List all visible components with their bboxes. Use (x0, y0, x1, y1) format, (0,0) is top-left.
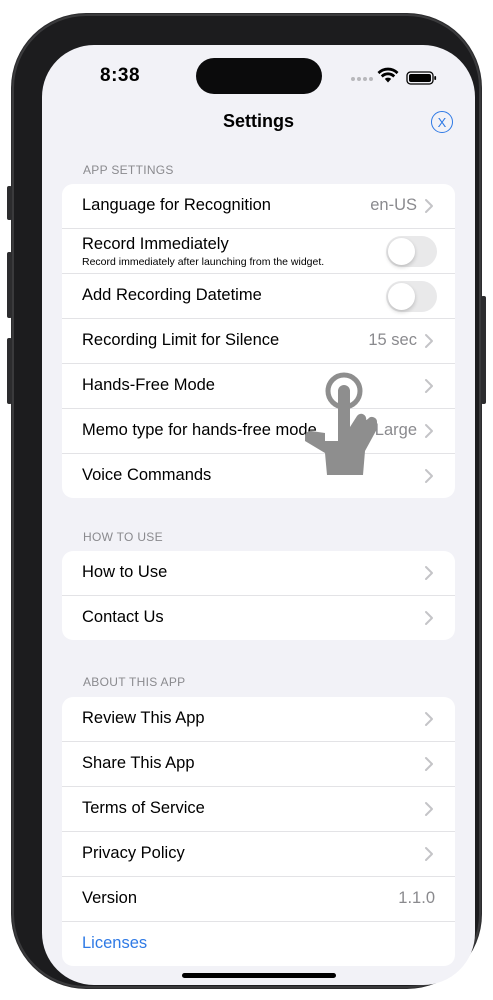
status-time: 8:38 (100, 65, 141, 86)
page-title: Settings (222, 111, 294, 131)
toggle-knob (388, 283, 415, 310)
voice-commands-row[interactable]: Voice Commands (62, 454, 455, 498)
add-datetime-row: Add Recording Datetime (62, 274, 455, 319)
tap-hand-icon (305, 372, 377, 475)
dynamic-island (196, 58, 322, 94)
phone-frame: 8:38 Settings X APP SETTINGS Language fo… (12, 14, 481, 988)
privacy-label: Privacy Policy (82, 844, 185, 862)
record-immediately-toggle[interactable] (386, 236, 437, 267)
mute-switch (7, 186, 12, 220)
toggle-knob (388, 238, 415, 265)
hands-free-label: Hands-Free Mode (82, 376, 215, 394)
how-to-use-label: How to Use (82, 563, 168, 581)
version-value: 1.1.0 (398, 889, 435, 907)
volume-up-button (7, 252, 12, 318)
section-header-about: ABOUT THIS APP (83, 675, 186, 689)
licenses-row[interactable]: Licenses (62, 922, 455, 966)
chevron-right-icon (425, 199, 433, 213)
chevron-right-icon (425, 802, 433, 816)
chevron-right-icon (425, 334, 433, 348)
share-label: Share This App (82, 754, 195, 772)
signal-icon (351, 77, 373, 81)
review-row[interactable]: Review This App (62, 697, 455, 742)
chevron-right-icon (425, 757, 433, 771)
chevron-right-icon (425, 379, 433, 393)
terms-row[interactable]: Terms of Service (62, 787, 455, 832)
language-value: en-US (370, 196, 417, 214)
home-indicator (182, 973, 336, 978)
memo-type-label: Memo type for hands-free mode (82, 421, 317, 439)
version-row: Version 1.1.0 (62, 877, 455, 922)
chevron-right-icon (425, 611, 433, 625)
add-datetime-label: Add Recording Datetime (82, 286, 262, 304)
review-label: Review This App (82, 709, 205, 727)
chevron-right-icon (425, 712, 433, 726)
close-icon: X (437, 114, 447, 130)
power-button (481, 296, 486, 404)
how-to-use-row[interactable]: How to Use (62, 551, 455, 596)
volume-down-button (7, 338, 12, 404)
add-datetime-toggle[interactable] (386, 281, 437, 312)
hands-free-row[interactable]: Hands-Free Mode (62, 364, 455, 409)
chevron-right-icon (425, 566, 433, 580)
chevron-right-icon (425, 424, 433, 438)
licenses-link[interactable]: Licenses (82, 934, 147, 953)
record-immediately-label: Record Immediately (82, 235, 229, 253)
contact-label: Contact Us (82, 608, 164, 626)
status-icons (350, 67, 440, 87)
version-label: Version (82, 889, 138, 907)
app-settings-group: Language for Recognition en-US Record Im… (62, 184, 455, 498)
close-button[interactable]: X (431, 111, 453, 133)
terms-label: Terms of Service (82, 799, 205, 817)
silence-limit-label: Recording Limit for Silence (82, 331, 280, 349)
contact-row[interactable]: Contact Us (62, 596, 455, 640)
screen: 8:38 Settings X APP SETTINGS Language fo… (42, 45, 475, 985)
chevron-right-icon (425, 469, 433, 483)
how-to-use-group: How to Use Contact Us (62, 551, 455, 640)
language-row[interactable]: Language for Recognition en-US (62, 184, 455, 229)
chevron-right-icon (425, 847, 433, 861)
about-group: Review This App Share This App Terms of … (62, 697, 455, 966)
record-immediately-sublabel: Record immediately after launching from … (82, 256, 325, 268)
record-immediately-row: Record Immediately Record immediately af… (62, 229, 455, 274)
silence-limit-row[interactable]: Recording Limit for Silence 15 sec (62, 319, 455, 364)
section-header-how-to-use: HOW TO USE (83, 530, 163, 544)
voice-commands-label: Voice Commands (82, 466, 212, 484)
battery-icon (406, 71, 437, 85)
privacy-row[interactable]: Privacy Policy (62, 832, 455, 877)
memo-type-row[interactable]: Memo type for hands-free mode Large (62, 409, 455, 454)
wifi-icon (377, 67, 399, 83)
silence-limit-value: 15 sec (368, 331, 417, 349)
language-label: Language for Recognition (82, 196, 271, 214)
share-row[interactable]: Share This App (62, 742, 455, 787)
section-header-app-settings: APP SETTINGS (83, 163, 174, 177)
